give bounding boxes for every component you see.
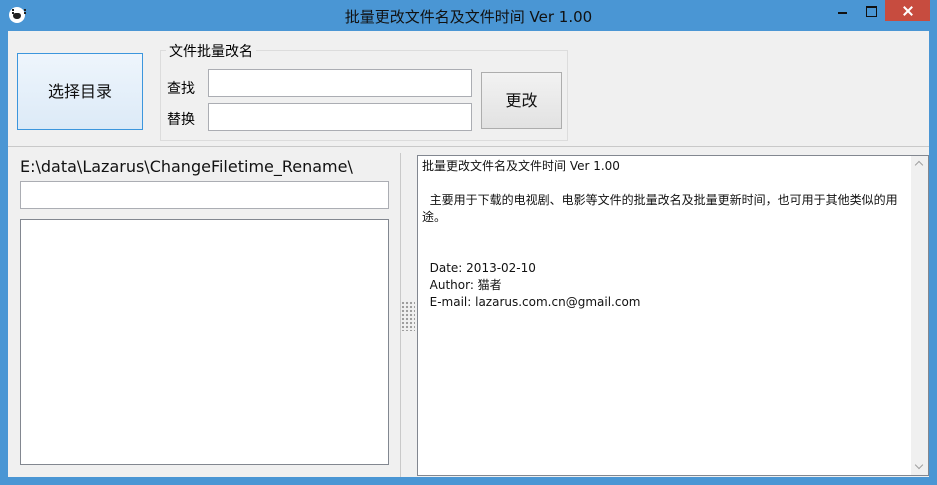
splitter-handle[interactable] xyxy=(401,301,415,331)
info-date: Date: 2013-02-10 xyxy=(422,261,536,275)
info-memo[interactable]: 批量更改文件名及文件时间 Ver 1.00 主要用于下载的电视剧、电影等文件的批… xyxy=(417,155,929,476)
find-label: 查找 xyxy=(167,81,195,97)
rename-group-title: 文件批量改名 xyxy=(166,41,256,61)
scroll-down-icon[interactable] xyxy=(911,458,928,475)
window-title: 批量更改文件名及文件时间 Ver 1.00 xyxy=(344,8,593,26)
title-bar[interactable]: 批量更改文件名及文件时间 Ver 1.00 xyxy=(0,0,937,31)
select-directory-button[interactable]: 选择目录 xyxy=(17,53,143,130)
current-path-label: E:\data\Lazarus\ChangeFiletime_Rename\ xyxy=(20,157,353,176)
vertical-scrollbar[interactable] xyxy=(911,156,928,475)
replace-label: 替换 xyxy=(167,112,195,128)
client-area: 选择目录 文件批量改名 查找 替换 更改 E:\data\Lazarus\Cha… xyxy=(8,31,929,477)
app-window: 批量更改文件名及文件时间 Ver 1.00 选择目录 文件批量改名 查找 替换 … xyxy=(0,0,937,485)
info-description: 主要用于下载的电视剧、电影等文件的批量改名及批量更新时间，也可用于其他类似的用途… xyxy=(422,193,898,224)
replace-input[interactable] xyxy=(208,103,472,131)
info-email: E-mail: lazarus.com.cn@gmail.com xyxy=(422,295,641,309)
file-list[interactable] xyxy=(20,219,389,465)
top-panel: 选择目录 文件批量改名 查找 替换 更改 xyxy=(8,31,929,147)
info-title: 批量更改文件名及文件时间 Ver 1.00 xyxy=(422,159,620,173)
scroll-up-icon[interactable] xyxy=(911,156,928,173)
find-input[interactable] xyxy=(208,69,472,97)
path-input[interactable] xyxy=(20,181,389,209)
info-text: 批量更改文件名及文件时间 Ver 1.00 主要用于下载的电视剧、电影等文件的批… xyxy=(422,158,910,311)
info-author: Author: 猫者 xyxy=(422,278,502,292)
close-button[interactable] xyxy=(885,0,930,21)
maximize-button[interactable] xyxy=(857,0,885,21)
change-button[interactable]: 更改 xyxy=(481,72,562,129)
minimize-button[interactable] xyxy=(829,0,857,21)
